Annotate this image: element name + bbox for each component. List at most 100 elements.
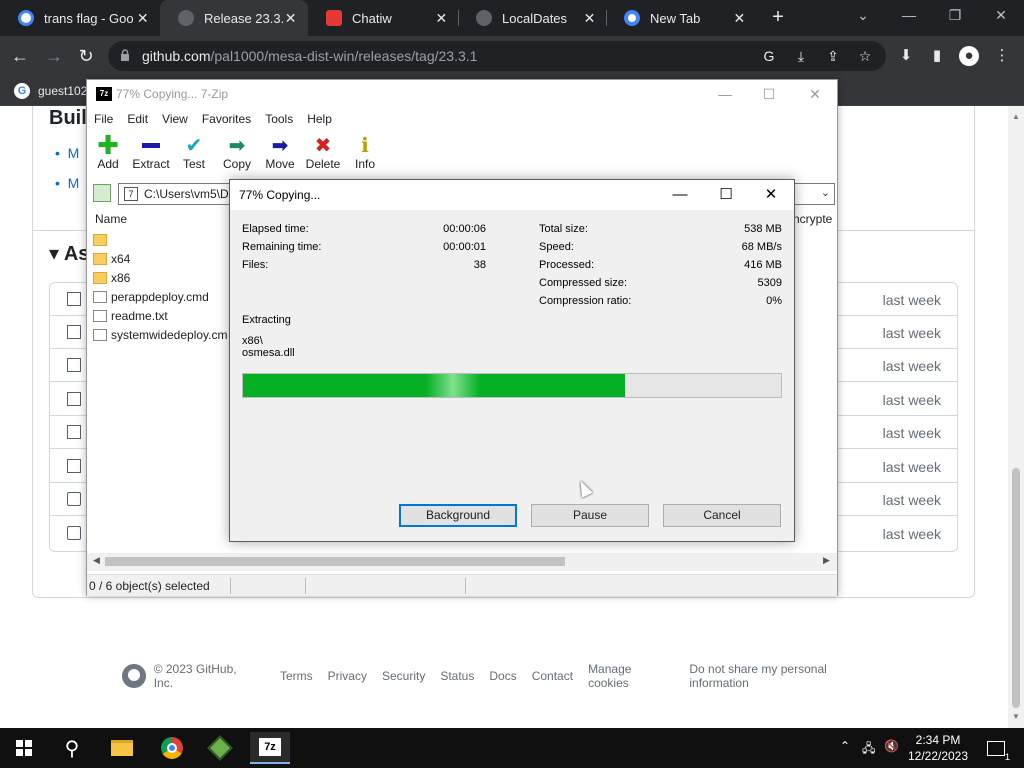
file-explorer-icon[interactable] (102, 732, 142, 764)
menu-kebab-icon[interactable]: ⋮ (992, 46, 1012, 66)
minimize-icon[interactable]: — (886, 0, 932, 32)
horizontal-scrollbar[interactable]: ◀ ▶ (87, 553, 837, 571)
tab-trans-flag[interactable]: trans flag - Goo ✕ (0, 0, 160, 36)
folder-up-icon[interactable] (93, 184, 111, 202)
build-list-item[interactable]: • M (55, 175, 79, 191)
footer-link-docs[interactable]: Docs (489, 669, 516, 683)
tab-chatiw[interactable]: Chatiw ✕ (308, 0, 458, 36)
close-icon[interactable]: ✕ (733, 10, 746, 27)
extract-button[interactable]: Extract (128, 133, 174, 171)
progress-fill (243, 374, 625, 397)
build-list-item[interactable]: • M (55, 145, 79, 161)
copy-button[interactable]: ➡ Copy (214, 133, 260, 172)
menu-help[interactable]: Help (300, 109, 339, 129)
tab-search-chevron-icon[interactable]: ⌄ (840, 0, 886, 32)
footer-link-contact[interactable]: Contact (532, 669, 573, 683)
address-bar[interactable]: github.com/pal1000/mesa-dist-win/release… (108, 41, 886, 71)
scroll-right-icon[interactable]: ▶ (823, 555, 830, 566)
background-button[interactable]: Background (399, 504, 517, 527)
install-app-icon[interactable]: ⤓ (792, 47, 810, 65)
network-icon[interactable]: 🖧 (862, 739, 875, 760)
file-item[interactable]: perappdeploy.cmd (93, 288, 209, 306)
github-favicon-icon (178, 10, 194, 26)
column-header-name[interactable]: Name (95, 212, 127, 226)
tab-release[interactable]: Release 23.3.1 · ✕ (160, 0, 308, 36)
new-tab-button[interactable]: + (767, 6, 789, 28)
maximize-icon[interactable]: ☐ (746, 80, 792, 108)
file-item[interactable]: readme.txt (93, 307, 168, 325)
tray-chevron-up-icon[interactable]: ⌃ (840, 739, 850, 753)
file-item[interactable]: x86 (93, 269, 130, 287)
close-icon[interactable]: ✕ (283, 10, 298, 27)
footer-link-status[interactable]: Status (440, 669, 474, 683)
total-size-value: 538 MB (744, 223, 782, 235)
move-button[interactable]: ➡ Move (257, 133, 303, 172)
menu-favorites[interactable]: Favorites (195, 109, 258, 129)
scroll-left-icon[interactable]: ◀ (93, 555, 100, 566)
info-button[interactable]: ℹ Info (342, 133, 388, 172)
delete-button[interactable]: ✖ Delete (300, 133, 346, 172)
minimize-icon[interactable]: — (702, 80, 748, 108)
menu-view[interactable]: View (155, 109, 195, 129)
close-icon[interactable]: ✕ (435, 10, 448, 27)
menu-file[interactable]: File (87, 109, 120, 129)
menu-tools[interactable]: Tools (258, 109, 300, 129)
assets-heading[interactable]: ▾ As (49, 241, 89, 266)
restore-icon[interactable]: ❐ (932, 0, 978, 32)
maximize-icon[interactable]: ☐ (703, 180, 749, 210)
dialog-titlebar[interactable]: 77% Copying... — ☐ ✕ (230, 180, 794, 210)
share-icon[interactable]: ⇪ (824, 47, 842, 65)
notification-icon[interactable]: 1 (976, 732, 1016, 764)
chevron-down-icon[interactable]: ⌄ (821, 186, 830, 199)
windows-start-icon[interactable] (4, 732, 44, 764)
footer-link-terms[interactable]: Terms (280, 669, 313, 683)
test-button[interactable]: ✔ Test (171, 133, 217, 172)
column-header-encrypted[interactable]: ncrypte (793, 212, 832, 226)
back-arrow-icon[interactable]: ← (8, 44, 32, 68)
footer-link-manage-cookies[interactable]: Manage cookies (588, 662, 674, 690)
footer-link-do-not-share[interactable]: Do not share my personal information (689, 662, 887, 690)
close-icon[interactable]: ✕ (583, 10, 596, 27)
tab-localdates[interactable]: LocalDates ✕ (458, 0, 606, 36)
scroll-down-icon[interactable]: ▼ (1011, 712, 1021, 721)
scrollbar-thumb[interactable] (1012, 468, 1020, 708)
pause-button[interactable]: Pause (531, 504, 649, 527)
side-panel-icon[interactable]: ▮ (927, 46, 947, 66)
tab-new-tab[interactable]: New Tab ✕ (606, 0, 756, 36)
footer-link-security[interactable]: Security (382, 669, 425, 683)
reload-icon[interactable]: ↻ (74, 44, 98, 68)
volume-muted-icon[interactable]: 🔇 (884, 739, 899, 753)
scrollbar-thumb[interactable] (105, 557, 565, 566)
close-icon[interactable]: ✕ (748, 180, 794, 210)
footer-link-privacy[interactable]: Privacy (328, 669, 367, 683)
file-item[interactable] (93, 231, 111, 249)
close-window-icon[interactable]: ✕ (978, 0, 1024, 32)
lock-icon[interactable] (120, 49, 130, 61)
add-button[interactable]: ✚ Add (85, 130, 131, 172)
file-item[interactable]: systemwidedeploy.cm (93, 326, 227, 344)
google-lens-icon[interactable]: G (760, 47, 778, 65)
profile-avatar-icon[interactable]: ● (959, 46, 979, 66)
url-text[interactable]: github.com/pal1000/mesa-dist-win/release… (142, 48, 477, 64)
sevenzip-app-icon: 7z (96, 87, 112, 101)
clock[interactable]: 2:34 PM 12/22/2023 (906, 732, 970, 764)
bookmark-star-icon[interactable]: ☆ (856, 47, 874, 65)
menu-edit[interactable]: Edit (120, 109, 155, 129)
sevenzip-titlebar[interactable]: 7z 77% Copying... 7-Zip — ☐ ✕ (87, 80, 837, 108)
github-logo-icon[interactable] (122, 664, 146, 688)
downloads-icon[interactable]: ⬇ (896, 46, 916, 66)
bookmark-guest[interactable]: G guest102 (14, 83, 87, 99)
scroll-up-icon[interactable]: ▲ (1011, 112, 1021, 121)
cancel-button[interactable]: Cancel (663, 504, 781, 527)
sevenzip-taskbar-icon[interactable]: 7z (250, 732, 290, 764)
close-icon[interactable]: ✕ (135, 10, 150, 27)
chrome-icon[interactable] (152, 732, 192, 764)
app-icon[interactable] (200, 732, 240, 764)
forward-arrow-icon[interactable]: → (42, 44, 66, 68)
close-icon[interactable]: ✕ (792, 80, 838, 108)
search-icon[interactable]: ⚲ (52, 732, 92, 764)
file-item[interactable]: x64 (93, 250, 130, 268)
minimize-icon[interactable]: — (657, 180, 703, 210)
delete-x-icon: ✖ (314, 134, 332, 157)
page-scrollbar[interactable]: ▲ ▼ (1008, 106, 1024, 728)
